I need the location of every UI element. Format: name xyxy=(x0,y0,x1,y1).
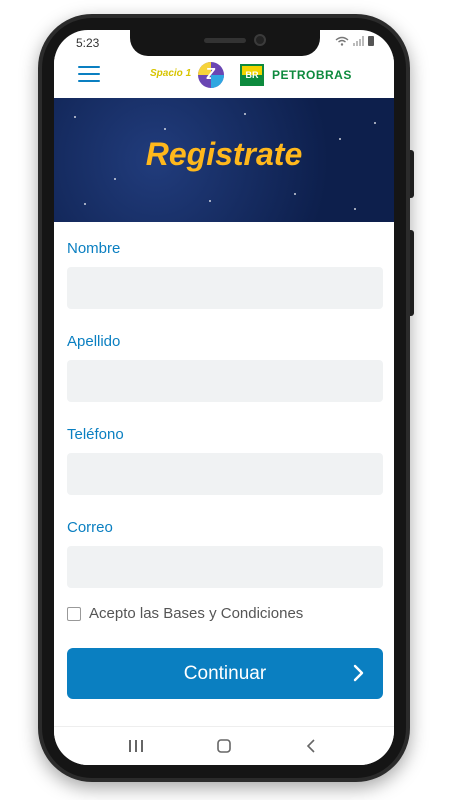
br-logo-text: BR xyxy=(245,70,259,80)
star xyxy=(354,208,356,210)
petrobras-logo: PETROBRAS xyxy=(272,68,352,82)
front-camera xyxy=(254,34,266,46)
phone-side-button xyxy=(410,150,414,198)
terms-row: Acepto las Bases y Condiciones xyxy=(67,605,303,622)
registration-form: Nombre Apellido Teléfono Correo xyxy=(67,240,383,612)
telefono-label: Teléfono xyxy=(67,426,124,443)
phone-side-button xyxy=(410,230,414,316)
terms-label: Acepto las Bases y Condiciones xyxy=(89,605,304,622)
spacio-logo-icon: Z xyxy=(198,62,224,88)
star xyxy=(74,116,76,118)
wifi-icon xyxy=(335,36,349,46)
spacio-icon-letter: Z xyxy=(206,66,216,83)
nombre-label: Nombre xyxy=(67,240,121,257)
status-icons xyxy=(335,36,374,46)
nombre-input[interactable] xyxy=(67,267,383,309)
speaker-grille xyxy=(204,38,246,43)
correo-label: Correo xyxy=(67,519,113,536)
phone-notch xyxy=(130,30,320,56)
signal-icon xyxy=(353,36,364,46)
phone-screen: 5:23 Spacio 1 Z BR PETROBRAS Registrate … xyxy=(54,30,394,765)
star xyxy=(114,178,116,180)
br-logo-icon: BR xyxy=(240,64,264,86)
registration-banner: Registrate xyxy=(54,98,394,222)
continue-button[interactable]: Continuar xyxy=(67,648,383,699)
app-header: Spacio 1 Z BR PETROBRAS xyxy=(54,56,394,98)
recent-apps-icon[interactable] xyxy=(126,737,146,755)
telefono-input[interactable] xyxy=(67,453,383,495)
page-title: Registrate xyxy=(145,136,303,172)
star xyxy=(209,200,211,202)
battery-icon xyxy=(368,36,374,46)
back-icon[interactable] xyxy=(302,737,322,755)
star xyxy=(294,193,296,195)
terms-checkbox[interactable] xyxy=(67,606,81,621)
continue-button-label: Continuar xyxy=(183,662,267,684)
status-time: 5:23 xyxy=(76,36,100,50)
star xyxy=(164,128,166,130)
apellido-label: Apellido xyxy=(67,333,121,350)
star xyxy=(374,122,376,124)
apellido-input[interactable] xyxy=(67,360,383,402)
correo-input[interactable] xyxy=(67,546,383,588)
star xyxy=(84,203,86,205)
hamburger-menu-icon[interactable] xyxy=(78,66,100,84)
star xyxy=(244,113,246,115)
home-icon[interactable] xyxy=(214,737,234,755)
chevron-right-icon xyxy=(353,664,364,682)
spacio-logo: Spacio 1 xyxy=(150,68,192,79)
system-navigation-bar xyxy=(54,726,394,765)
